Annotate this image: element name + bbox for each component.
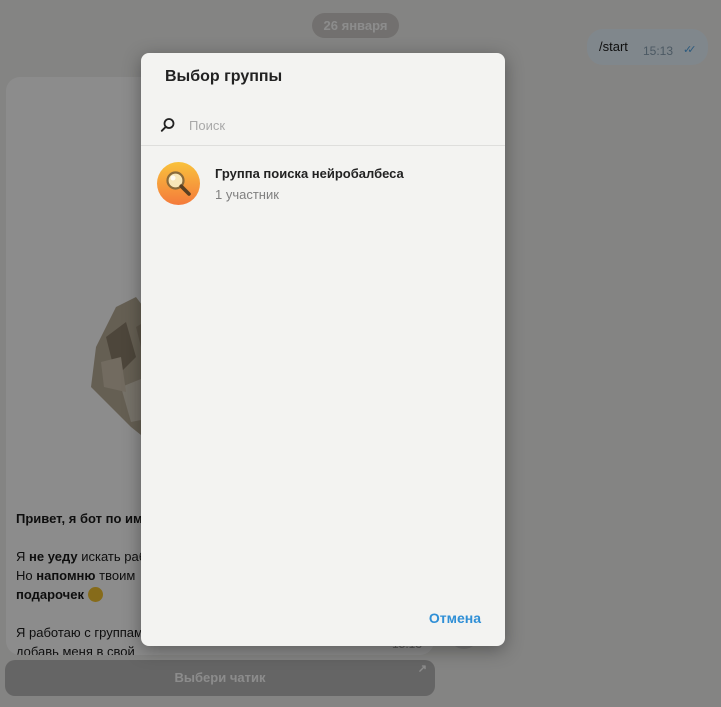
group-member-count: 1 участник	[215, 187, 279, 202]
search-bar	[141, 105, 505, 145]
magnifier-icon	[166, 171, 191, 196]
dialog-title: Выбор группы	[165, 68, 283, 85]
group-list-item[interactable]: Группа поиска нейробалбеса 1 участник	[141, 154, 505, 216]
search-divider	[141, 145, 505, 146]
cancel-button[interactable]: Отмена	[429, 610, 481, 626]
group-name: Группа поиска нейробалбеса	[215, 166, 404, 181]
group-avatar	[157, 162, 200, 205]
search-icon	[160, 118, 175, 132]
group-select-dialog: Выбор группы Группа поиска нейробалбеса …	[141, 53, 505, 646]
search-input[interactable]	[189, 114, 479, 136]
